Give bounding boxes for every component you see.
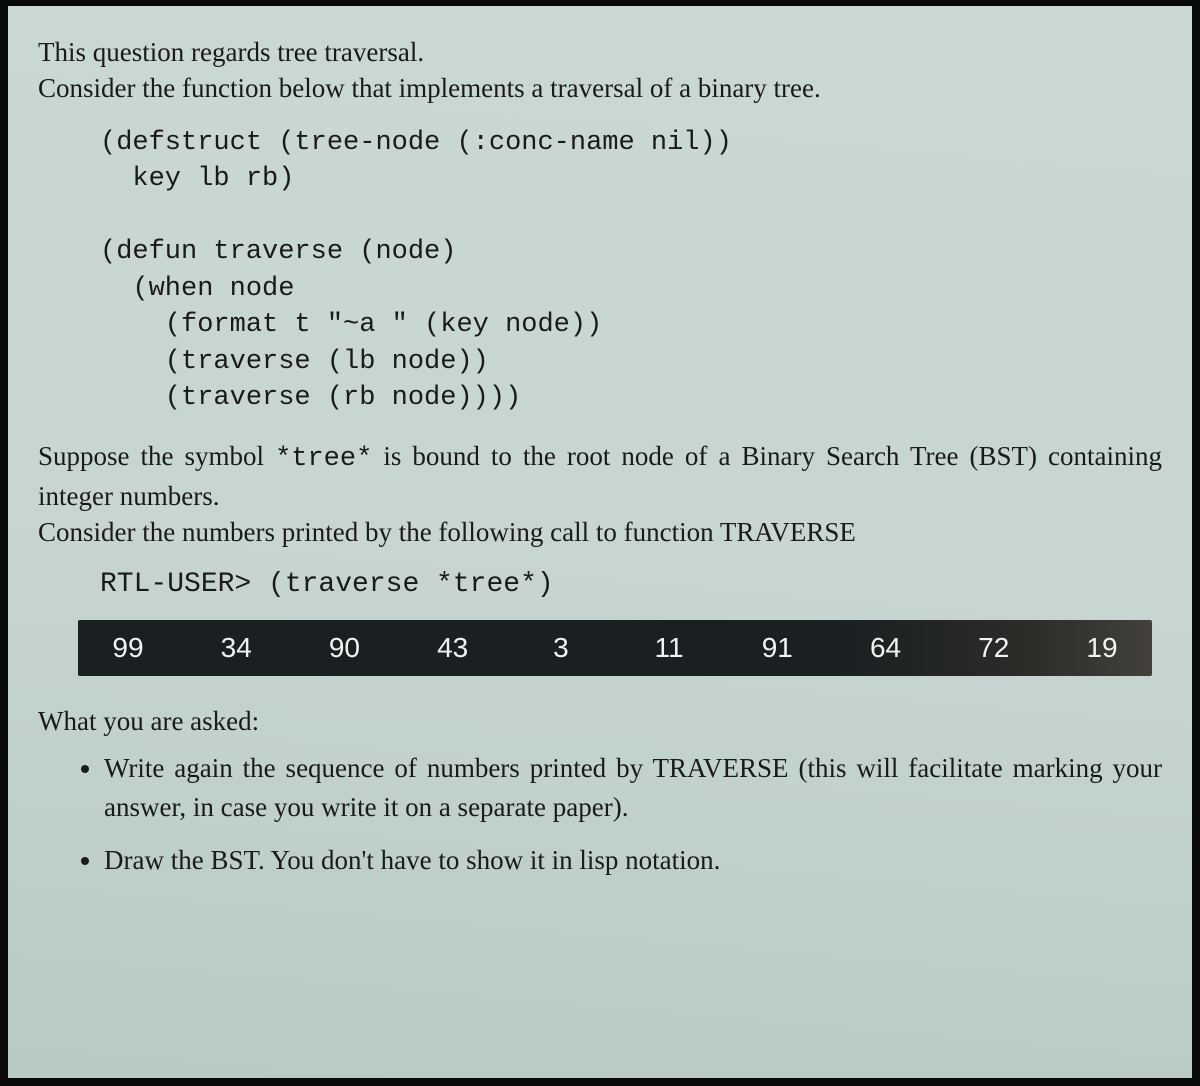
intro-paragraph: This question regards tree traversal. Co… — [38, 34, 1162, 107]
mid-line-2: Consider the numbers printed by the foll… — [38, 517, 856, 547]
output-number-bar: 99 34 90 43 3 11 91 64 72 19 — [78, 620, 1152, 676]
task-item: Draw the BST. You don't have to show it … — [104, 841, 1162, 880]
output-number: 64 — [856, 632, 916, 664]
tree-symbol: *tree* — [275, 444, 372, 474]
task-list: Write again the sequence of numbers prin… — [38, 749, 1162, 880]
output-number: 90 — [314, 632, 374, 664]
asked-heading: What you are asked: — [38, 706, 1162, 737]
output-number: 3 — [531, 632, 591, 664]
intro-line-2: Consider the function below that impleme… — [38, 73, 821, 103]
lisp-code-block: (defstruct (tree-node (:conc-name nil)) … — [100, 125, 1162, 417]
output-number: 34 — [206, 632, 266, 664]
output-number: 91 — [747, 632, 807, 664]
question-page: This question regards tree traversal. Co… — [0, 0, 1200, 1086]
output-number: 72 — [964, 632, 1024, 664]
output-number: 43 — [423, 632, 483, 664]
output-number: 99 — [98, 632, 158, 664]
output-number: 11 — [639, 632, 699, 664]
task-item: Write again the sequence of numbers prin… — [104, 749, 1162, 827]
intro-line-1: This question regards tree traversal. — [38, 37, 424, 67]
mid-paragraph: Suppose the symbol *tree* is bound to th… — [38, 438, 1162, 550]
output-number: 19 — [1072, 632, 1132, 664]
repl-call: RTL-USER> (traverse *tree*) — [100, 569, 1162, 600]
mid-text-a: Suppose the symbol — [38, 441, 275, 471]
